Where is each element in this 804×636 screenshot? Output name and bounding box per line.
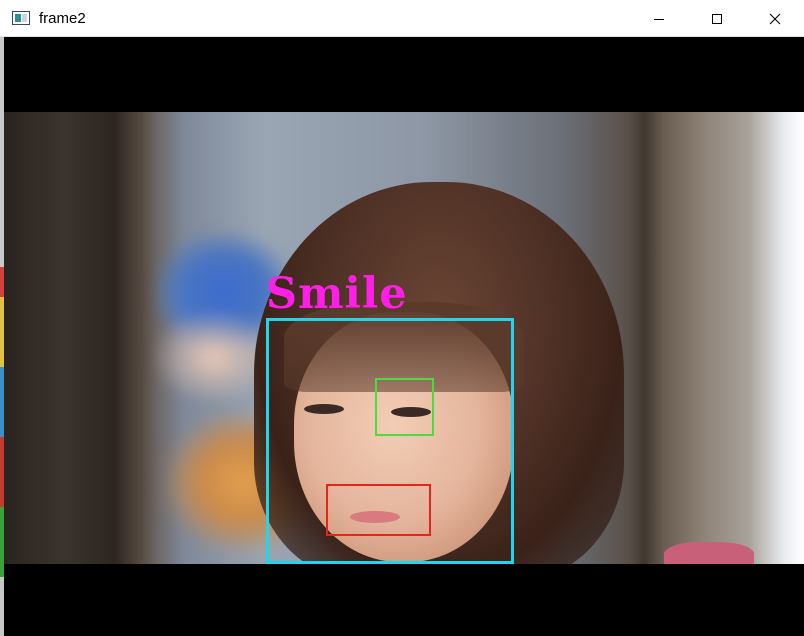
minimize-icon	[654, 18, 664, 20]
close-icon	[769, 13, 781, 24]
minimize-button[interactable]	[630, 0, 688, 37]
maximize-icon	[712, 13, 722, 24]
window-controls	[630, 0, 804, 37]
close-button[interactable]	[746, 0, 804, 37]
maximize-button[interactable]	[688, 0, 746, 37]
clothing	[664, 542, 754, 564]
eye-detection-box	[375, 378, 434, 436]
smile-detection-box	[326, 484, 431, 536]
window-title: frame2	[39, 9, 86, 27]
title-bar[interactable]: frame2	[0, 0, 804, 37]
smile-label: Smile	[266, 269, 408, 319]
app-icon[interactable]	[12, 11, 30, 25]
